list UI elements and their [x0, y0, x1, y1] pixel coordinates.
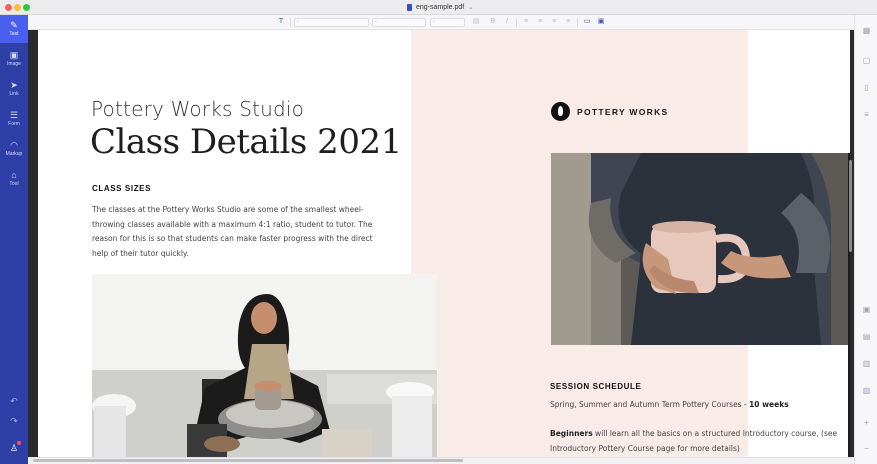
chevron-down-icon: ⌄ — [468, 5, 474, 11]
link-icon: ➤ — [10, 80, 18, 90]
sidebar-item-image[interactable]: ▣ Image — [0, 45, 28, 73]
vertical-scrollbar[interactable] — [849, 160, 852, 252]
outline-icon[interactable]: ≡ — [862, 110, 871, 119]
mug-image — [551, 153, 849, 345]
font-family-select[interactable]: - — [294, 18, 369, 27]
redo-icon[interactable]: ↷ — [0, 416, 28, 427]
pottery-works-brand[interactable]: POTTERY WORKS — [551, 102, 669, 121]
close-window-button[interactable] — [5, 4, 12, 11]
sidebar-item-link[interactable]: ➤ Link — [0, 75, 28, 103]
sidebar-item-label: Text — [9, 31, 19, 37]
page-subtitle[interactable]: Pottery Works Studio — [91, 97, 304, 121]
form-icon: ☰ — [9, 110, 19, 120]
horizontal-scrollbar[interactable] — [33, 459, 463, 462]
sidebar-item-text[interactable]: ✎ Text — [0, 15, 28, 43]
sidebar-item-tool[interactable]: ⌂ Tool — [0, 165, 28, 193]
undo-icon[interactable]: ↶ — [0, 396, 28, 407]
color-swatch-icon[interactable]: ▤ — [469, 18, 483, 26]
woman-at-pottery-wheel-photo[interactable] — [92, 274, 437, 457]
font-size-value: - — [375, 19, 377, 25]
beginners-label: Beginners — [550, 429, 593, 438]
session-schedule-line[interactable]: Spring, Summer and Autumn Term Pottery C… — [550, 398, 840, 413]
account-icon[interactable]: ♙ — [0, 443, 28, 454]
sidebar-item-form[interactable]: ☰ Form — [0, 105, 28, 133]
properties-icon[interactable]: ▣ — [862, 305, 871, 314]
beginners-paragraph[interactable]: Beginners will learn all the basics on a… — [550, 427, 845, 456]
italic-icon[interactable]: I — [503, 18, 511, 26]
sidebar-item-label: Image — [7, 61, 21, 67]
align-right-icon[interactable]: ≡ — [550, 18, 558, 26]
file-name: eng-sample.pdf — [416, 4, 465, 11]
zoom-out-icon[interactable]: − — [862, 444, 871, 453]
title-bar: eng-sample.pdf ⌄ — [0, 0, 877, 15]
sidebar-item-label: Tool — [9, 181, 19, 187]
protect-icon[interactable]: ▥ — [862, 359, 871, 368]
font-family-value: - — [297, 19, 299, 25]
page-title[interactable]: Class Details 2021 — [90, 122, 402, 162]
tool-icon: ⌂ — [11, 170, 17, 180]
beginners-text: will learn all the basics on a structure… — [550, 429, 838, 453]
toolbar-divider — [577, 18, 578, 27]
class-sizes-paragraph[interactable]: The classes at the Pottery Works Studio … — [92, 203, 377, 261]
text-box-icon[interactable]: ▭ — [583, 18, 591, 26]
line-height-value: - — [433, 19, 435, 25]
pottery-wheel-image — [92, 274, 437, 457]
zoom-in-icon[interactable]: + — [862, 418, 871, 427]
notification-dot — [17, 441, 21, 445]
thumbnails-icon[interactable]: ▦ — [862, 26, 871, 35]
pdf-file-icon — [407, 4, 412, 11]
convert-icon[interactable]: ▤ — [862, 332, 871, 341]
align-left-icon[interactable]: ≡ — [522, 18, 530, 26]
sidebar-item-label: Link — [9, 91, 19, 97]
minimize-window-button[interactable] — [14, 4, 21, 11]
toolbar-divider — [516, 18, 517, 27]
image-icon: ▣ — [9, 50, 19, 60]
session-line-text: Spring, Summer and Autumn Term Pottery C… — [550, 400, 750, 409]
class-sizes-heading[interactable]: CLASS SIZES — [92, 184, 151, 193]
pdf-page[interactable]: Pottery Works Studio Class Details 2021 … — [38, 30, 850, 457]
sidebar-item-markup[interactable]: ◠ Markup — [0, 135, 28, 163]
text-edit-icon[interactable]: T — [277, 18, 285, 26]
app-window: eng-sample.pdf ⌄ T - - - ▤ B I ≡ ≡ ≡ ≡ ▭… — [0, 0, 877, 464]
hands-holding-mug-photo[interactable] — [551, 153, 849, 345]
sidebar-item-label: Markup — [5, 151, 23, 157]
document-title[interactable]: eng-sample.pdf ⌄ — [407, 2, 473, 13]
format-toolbar: T - - - ▤ B I ≡ ≡ ≡ ≡ ▭ ▣ — [28, 15, 854, 30]
sidebar-item-label: Form — [8, 121, 20, 127]
align-center-icon[interactable]: ≡ — [536, 18, 544, 26]
line-height-select[interactable]: - — [430, 18, 465, 27]
toolbar-divider — [290, 18, 291, 27]
zoom-window-button[interactable] — [23, 4, 30, 11]
document-canvas[interactable]: Pottery Works Studio Class Details 2021 … — [28, 30, 854, 457]
align-justify-icon[interactable]: ≡ — [564, 18, 572, 26]
session-schedule-heading[interactable]: SESSION SCHEDULE — [550, 382, 641, 391]
markup-icon: ◠ — [10, 140, 18, 150]
left-sidebar: ✎ Text ▣ Image ➤ Link ☰ Form ◠ Markup ⌂ … — [0, 15, 28, 464]
page-icon[interactable]: ▢ — [862, 56, 871, 65]
font-size-select[interactable]: - — [372, 18, 426, 27]
text-box-selected-icon[interactable]: ▣ — [597, 18, 605, 26]
brand-name: POTTERY WORKS — [577, 106, 669, 117]
bold-icon[interactable]: B — [489, 18, 497, 26]
right-sidebar: ▦ ▢ ▯ ≡ ▣ ▤ ▥ ▧ + − — [854, 15, 877, 464]
bookmark-icon[interactable]: ▯ — [862, 83, 871, 92]
pottery-logo-icon — [551, 102, 570, 121]
pen-icon: ✎ — [10, 20, 18, 30]
sign-icon[interactable]: ▧ — [862, 386, 871, 395]
session-duration: 10 weeks — [749, 400, 789, 409]
